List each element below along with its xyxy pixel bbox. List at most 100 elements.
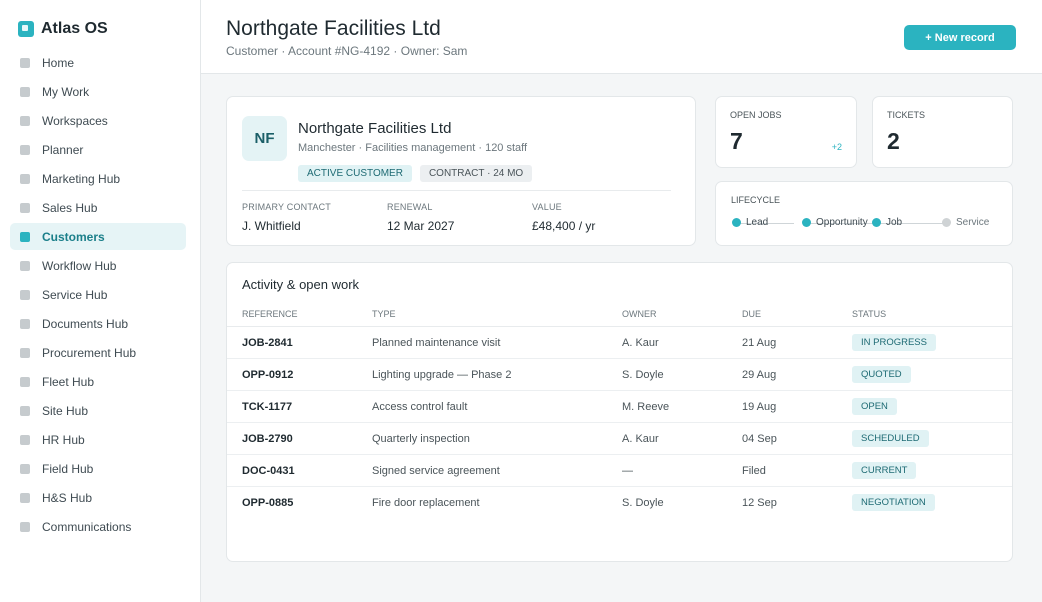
workspaces-icon xyxy=(20,115,30,126)
row-type: Planned maintenance visit xyxy=(372,337,501,349)
sidebar-item-workspaces[interactable]: Workspaces xyxy=(10,107,186,134)
company-name: Northgate Facilities Ltd xyxy=(298,120,452,137)
status-badge: QUOTED xyxy=(852,366,911,383)
row-type: Signed service agreement xyxy=(372,465,500,477)
table-row[interactable]: DOC-0431 Signed service agreement — File… xyxy=(227,455,1012,487)
row-reference[interactable]: OPP-0912 xyxy=(242,369,293,381)
workflow-icon xyxy=(20,260,30,271)
sales-icon xyxy=(20,202,30,213)
column-header-type[interactable]: TYPE xyxy=(372,309,396,319)
sidebar-item-procurement-hub[interactable]: Procurement Hub xyxy=(10,339,186,366)
sidebar-item-label: Sales Hub xyxy=(42,200,98,215)
sidebar-item-marketing-hub[interactable]: Marketing Hub xyxy=(10,165,186,192)
step-label: Service xyxy=(956,217,990,228)
renewal: RENEWAL 12 Mar 2027 xyxy=(387,202,454,233)
documents-icon xyxy=(20,318,30,329)
row-reference[interactable]: JOB-2790 xyxy=(242,433,293,445)
table-row[interactable]: JOB-2790 Quarterly inspection A. Kaur 04… xyxy=(227,423,1012,455)
row-reference[interactable]: DOC-0431 xyxy=(242,465,295,477)
sidebar-item-label: Marketing Hub xyxy=(42,171,121,186)
contract-value: VALUE £48,400 / yr xyxy=(532,202,595,233)
status-badge: NEGOTIATION xyxy=(852,494,935,511)
sidebar-item-home[interactable]: Home xyxy=(10,49,186,76)
step-label: Job xyxy=(886,217,903,228)
sidebar-item-site-hub[interactable]: Site Hub xyxy=(10,397,186,424)
table-row[interactable]: TCK-1177 Access control fault M. Reeve 1… xyxy=(227,391,1012,423)
column-header-status[interactable]: STATUS xyxy=(852,309,886,319)
home-icon xyxy=(20,57,30,68)
table-row[interactable]: JOB-2841 Planned maintenance visit A. Ka… xyxy=(227,327,1012,359)
sidebar-item-field-hub[interactable]: Field Hub xyxy=(10,455,186,482)
sidebar-item-hr-hub[interactable]: HR Hub xyxy=(10,426,186,453)
row-owner: S. Doyle xyxy=(622,369,664,381)
step-dot-icon xyxy=(802,218,811,227)
lifecycle-track: Lead Opportunity Job Service xyxy=(716,217,1012,231)
company-tags: ACTIVE CUSTOMER CONTRACT · 24 MO xyxy=(298,165,540,182)
health-safety-icon xyxy=(20,492,30,503)
table-row[interactable]: OPP-0912 Lighting upgrade — Phase 2 S. D… xyxy=(227,359,1012,391)
lifecycle-step-job[interactable]: Job xyxy=(872,217,902,228)
sidebar-item-hs-hub[interactable]: H&S Hub xyxy=(10,484,186,511)
lifecycle-step-service[interactable]: Service xyxy=(942,217,989,228)
procurement-icon xyxy=(20,347,30,358)
page-subtitle: Customer · Account #NG-4192 · Owner: Sam xyxy=(226,44,468,58)
sidebar-item-service-hub[interactable]: Service Hub xyxy=(10,281,186,308)
row-owner: A. Kaur xyxy=(622,433,659,445)
sidebar-item-label: Customers xyxy=(42,229,105,244)
column-header-reference[interactable]: REFERENCE xyxy=(242,309,298,319)
sidebar-item-fleet-hub[interactable]: Fleet Hub xyxy=(10,368,186,395)
step-dot-icon xyxy=(732,218,741,227)
open-jobs-label: OPEN JOBS xyxy=(730,110,782,120)
sidebar-item-my-work[interactable]: My Work xyxy=(10,78,186,105)
row-owner: — xyxy=(622,465,633,477)
sidebar-item-label: Fleet Hub xyxy=(42,374,95,389)
status-badge: SCHEDULED xyxy=(852,430,929,447)
contract-value-amount: £48,400 / yr xyxy=(532,219,596,233)
sidebar-item-sales-hub[interactable]: Sales Hub xyxy=(10,194,186,221)
table-row[interactable]: OPP-0885 Fire door replacement S. Doyle … xyxy=(227,487,1012,519)
column-header-owner[interactable]: OWNER xyxy=(622,309,657,319)
activity-card: Activity & open work REFERENCE TYPE OWNE… xyxy=(226,262,1013,562)
sidebar-item-communications[interactable]: Communications xyxy=(10,513,186,540)
column-header-due[interactable]: DUE xyxy=(742,309,761,319)
contract-tag: CONTRACT · 24 MO xyxy=(419,165,533,182)
row-reference[interactable]: TCK-1177 xyxy=(242,401,292,413)
tickets-card[interactable]: TICKETS 2 xyxy=(872,96,1013,168)
marketing-icon xyxy=(20,173,30,184)
step-dot-icon xyxy=(942,218,951,227)
step-dot-icon xyxy=(872,218,881,227)
service-icon xyxy=(20,289,30,300)
row-type: Quarterly inspection xyxy=(372,433,470,445)
open-jobs-card[interactable]: OPEN JOBS 7 +2 xyxy=(715,96,857,168)
sidebar-item-customers[interactable]: Customers xyxy=(10,223,186,250)
field-icon xyxy=(20,463,30,474)
row-due: 12 Sep xyxy=(742,497,777,509)
lifecycle-label: LIFECYCLE xyxy=(731,195,781,205)
sidebar-item-documents-hub[interactable]: Documents Hub xyxy=(10,310,186,337)
renewal-label: RENEWAL xyxy=(387,202,433,212)
sidebar-item-label: Service Hub xyxy=(42,287,108,302)
sidebar-item-planner[interactable]: Planner xyxy=(10,136,186,163)
site-icon xyxy=(20,405,30,416)
step-label: Lead xyxy=(746,217,769,228)
brand[interactable]: Atlas OS xyxy=(18,20,108,38)
hr-icon xyxy=(20,434,30,445)
row-owner: S. Doyle xyxy=(622,497,664,509)
row-due: 29 Aug xyxy=(742,369,777,381)
row-due: 04 Sep xyxy=(742,433,777,445)
row-reference[interactable]: OPP-0885 xyxy=(242,497,293,509)
lifecycle-step-opportunity[interactable]: Opportunity xyxy=(802,217,868,228)
tickets-value: 2 xyxy=(887,128,900,154)
renewal-value: 12 Mar 2027 xyxy=(387,219,455,233)
status-badge: OPEN xyxy=(852,398,897,415)
planner-icon xyxy=(20,144,30,155)
sidebar-item-label: Workspaces xyxy=(42,113,108,128)
sidebar-item-workflow-hub[interactable]: Workflow Hub xyxy=(10,252,186,279)
row-type: Access control fault xyxy=(372,401,468,413)
status-badge: IN PROGRESS xyxy=(852,334,936,351)
row-reference[interactable]: JOB-2841 xyxy=(242,337,293,349)
sidebar-item-label: Procurement Hub xyxy=(42,345,137,360)
lifecycle-step-lead[interactable]: Lead xyxy=(732,217,768,228)
row-due: 19 Aug xyxy=(742,401,777,413)
new-record-button[interactable]: + New record xyxy=(904,25,1016,50)
